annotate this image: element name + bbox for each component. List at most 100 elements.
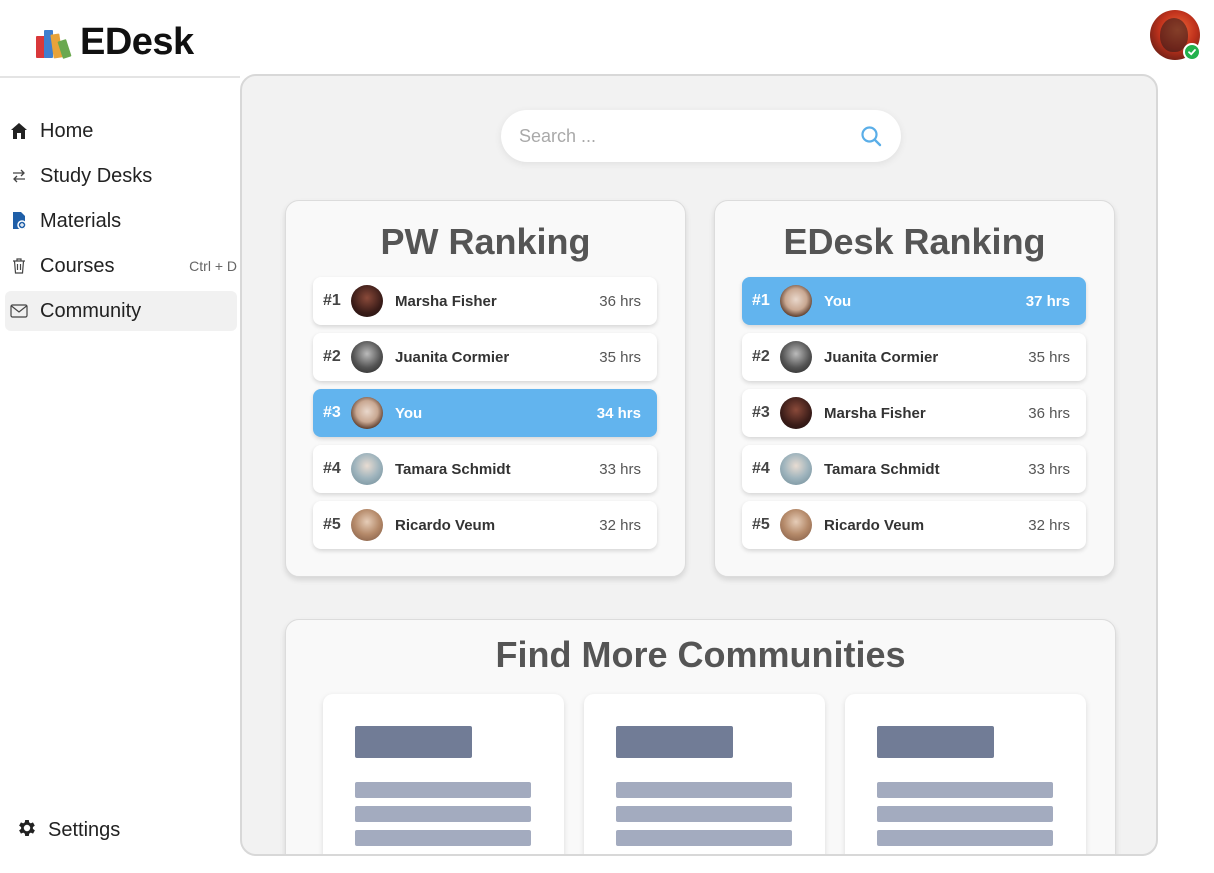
skeleton-line xyxy=(877,830,1053,846)
avatar xyxy=(351,285,383,317)
search-icon[interactable] xyxy=(859,124,883,153)
skeleton-line xyxy=(355,782,531,798)
communities-title: Find More Communities xyxy=(495,634,906,675)
rank-number: #3 xyxy=(752,404,770,421)
main-panel: PW Ranking #1 Marsha Fisher 36 hrs #2 Ju… xyxy=(240,74,1158,856)
pw-ranking-card: PW Ranking #1 Marsha Fisher 36 hrs #2 Ju… xyxy=(285,200,686,577)
skeleton-title xyxy=(355,726,472,758)
sidebar-item-label: Materials xyxy=(40,209,122,232)
community-card-placeholder[interactable] xyxy=(584,694,825,854)
member-name: Juanita Cormier xyxy=(824,348,939,366)
home-icon xyxy=(8,120,30,142)
ranking-row-current-user[interactable]: #3 You 34 hrs xyxy=(313,389,657,437)
avatar xyxy=(780,397,812,429)
avatar xyxy=(780,509,812,541)
study-hours: 37 hrs xyxy=(1025,292,1070,310)
study-hours: 33 hrs xyxy=(1028,460,1070,478)
skeleton-line xyxy=(355,806,531,822)
skeleton-line xyxy=(616,806,792,822)
member-name: Tamara Schmidt xyxy=(824,460,940,478)
avatar xyxy=(780,285,812,317)
study-hours: 35 hrs xyxy=(1028,348,1070,366)
avatar xyxy=(351,397,383,429)
rank-number: #5 xyxy=(323,516,341,533)
books-logo-icon xyxy=(32,22,76,62)
ranking-row[interactable]: #5 Ricardo Veum 32 hrs xyxy=(742,501,1086,549)
avatar xyxy=(780,453,812,485)
rank-number: #5 xyxy=(752,516,770,533)
study-hours: 32 hrs xyxy=(1028,516,1070,534)
member-name: Ricardo Veum xyxy=(824,516,925,534)
rank-number: #1 xyxy=(752,292,770,309)
online-status-icon xyxy=(1183,43,1201,61)
skeleton-title xyxy=(616,726,733,758)
search-input[interactable] xyxy=(501,125,831,147)
rank-number: #4 xyxy=(323,460,341,477)
skeleton-line xyxy=(616,830,792,846)
ranking-row[interactable]: #4 Tamara Schmidt 33 hrs xyxy=(313,445,657,493)
pw-ranking-title: PW Ranking xyxy=(380,221,591,262)
skeleton-line xyxy=(616,782,792,798)
skeleton-line xyxy=(877,782,1053,798)
rank-number: #3 xyxy=(323,404,341,421)
study-hours: 36 hrs xyxy=(1028,404,1070,422)
study-hours: 33 hrs xyxy=(599,460,641,478)
sidebar-item-label: Courses xyxy=(40,254,115,277)
ranking-row[interactable]: #2 Juanita Cormier 35 hrs xyxy=(313,333,657,381)
community-card-placeholder[interactable] xyxy=(845,694,1086,854)
search-bar xyxy=(501,110,901,162)
study-hours: 35 hrs xyxy=(599,348,641,366)
avatar xyxy=(351,341,383,373)
ranking-row[interactable]: #4 Tamara Schmidt 33 hrs xyxy=(742,445,1086,493)
avatar xyxy=(780,341,812,373)
edesk-ranking-title: EDesk Ranking xyxy=(783,221,1046,262)
rank-number: #4 xyxy=(752,460,770,477)
keyboard-shortcut: Ctrl + D xyxy=(189,258,237,274)
member-name: Marsha Fisher xyxy=(395,292,497,310)
rank-number: #2 xyxy=(323,348,341,365)
rank-number: #2 xyxy=(752,348,770,365)
avatar xyxy=(351,453,383,485)
ranking-row-current-user[interactable]: #1 You 37 hrs xyxy=(742,277,1086,325)
avatar xyxy=(351,509,383,541)
community-card-placeholder[interactable] xyxy=(323,694,564,854)
sidebar-item-label: Community xyxy=(40,299,142,322)
member-name: You xyxy=(395,404,423,422)
member-name: Juanita Cormier xyxy=(395,348,510,366)
ranking-row[interactable]: #3 Marsha Fisher 36 hrs xyxy=(742,389,1086,437)
trash-icon xyxy=(8,255,30,277)
sidebar-item-label: Study Desks xyxy=(40,164,153,187)
document-icon xyxy=(8,210,30,232)
study-hours: 36 hrs xyxy=(599,292,641,310)
ranking-row[interactable]: #1 Marsha Fisher 36 hrs xyxy=(313,277,657,325)
skeleton-title xyxy=(877,726,994,758)
member-name: Ricardo Veum xyxy=(395,516,496,534)
sidebar-item-label: Home xyxy=(40,119,94,142)
sidebar-item-study-desks[interactable]: Study Desks xyxy=(5,156,237,196)
sidebar-item-home[interactable]: Home xyxy=(5,111,237,151)
member-name: You xyxy=(824,292,852,310)
settings-label: Settings xyxy=(48,818,121,841)
skeleton-line xyxy=(877,806,1053,822)
sidebar-item-courses[interactable]: Courses Ctrl + D xyxy=(5,246,237,286)
find-communities-section: Find More Communities xyxy=(285,619,1116,854)
member-name: Marsha Fisher xyxy=(824,404,926,422)
study-hours: 32 hrs xyxy=(599,516,641,534)
sidebar-item-materials[interactable]: Materials xyxy=(5,201,237,241)
settings-button[interactable]: Settings xyxy=(16,814,120,846)
ranking-row[interactable]: #5 Ricardo Veum 32 hrs xyxy=(313,501,657,549)
sidebar-item-community[interactable]: Community xyxy=(5,291,237,331)
edesk-ranking-card: EDesk Ranking #1 You 37 hrs #2 Juanita C… xyxy=(714,200,1115,577)
study-hours: 34 hrs xyxy=(596,404,641,422)
user-avatar[interactable] xyxy=(1150,10,1201,61)
rank-number: #1 xyxy=(323,292,341,309)
app-name: EDesk xyxy=(80,20,194,63)
app-logo[interactable]: EDesk xyxy=(32,20,194,64)
gear-icon xyxy=(16,817,38,844)
header-divider xyxy=(0,76,240,78)
ranking-row[interactable]: #2 Juanita Cormier 35 hrs xyxy=(742,333,1086,381)
swap-arrows-icon xyxy=(8,165,30,187)
member-name: Tamara Schmidt xyxy=(395,460,511,478)
skeleton-line xyxy=(355,830,531,846)
mail-icon xyxy=(8,300,30,322)
